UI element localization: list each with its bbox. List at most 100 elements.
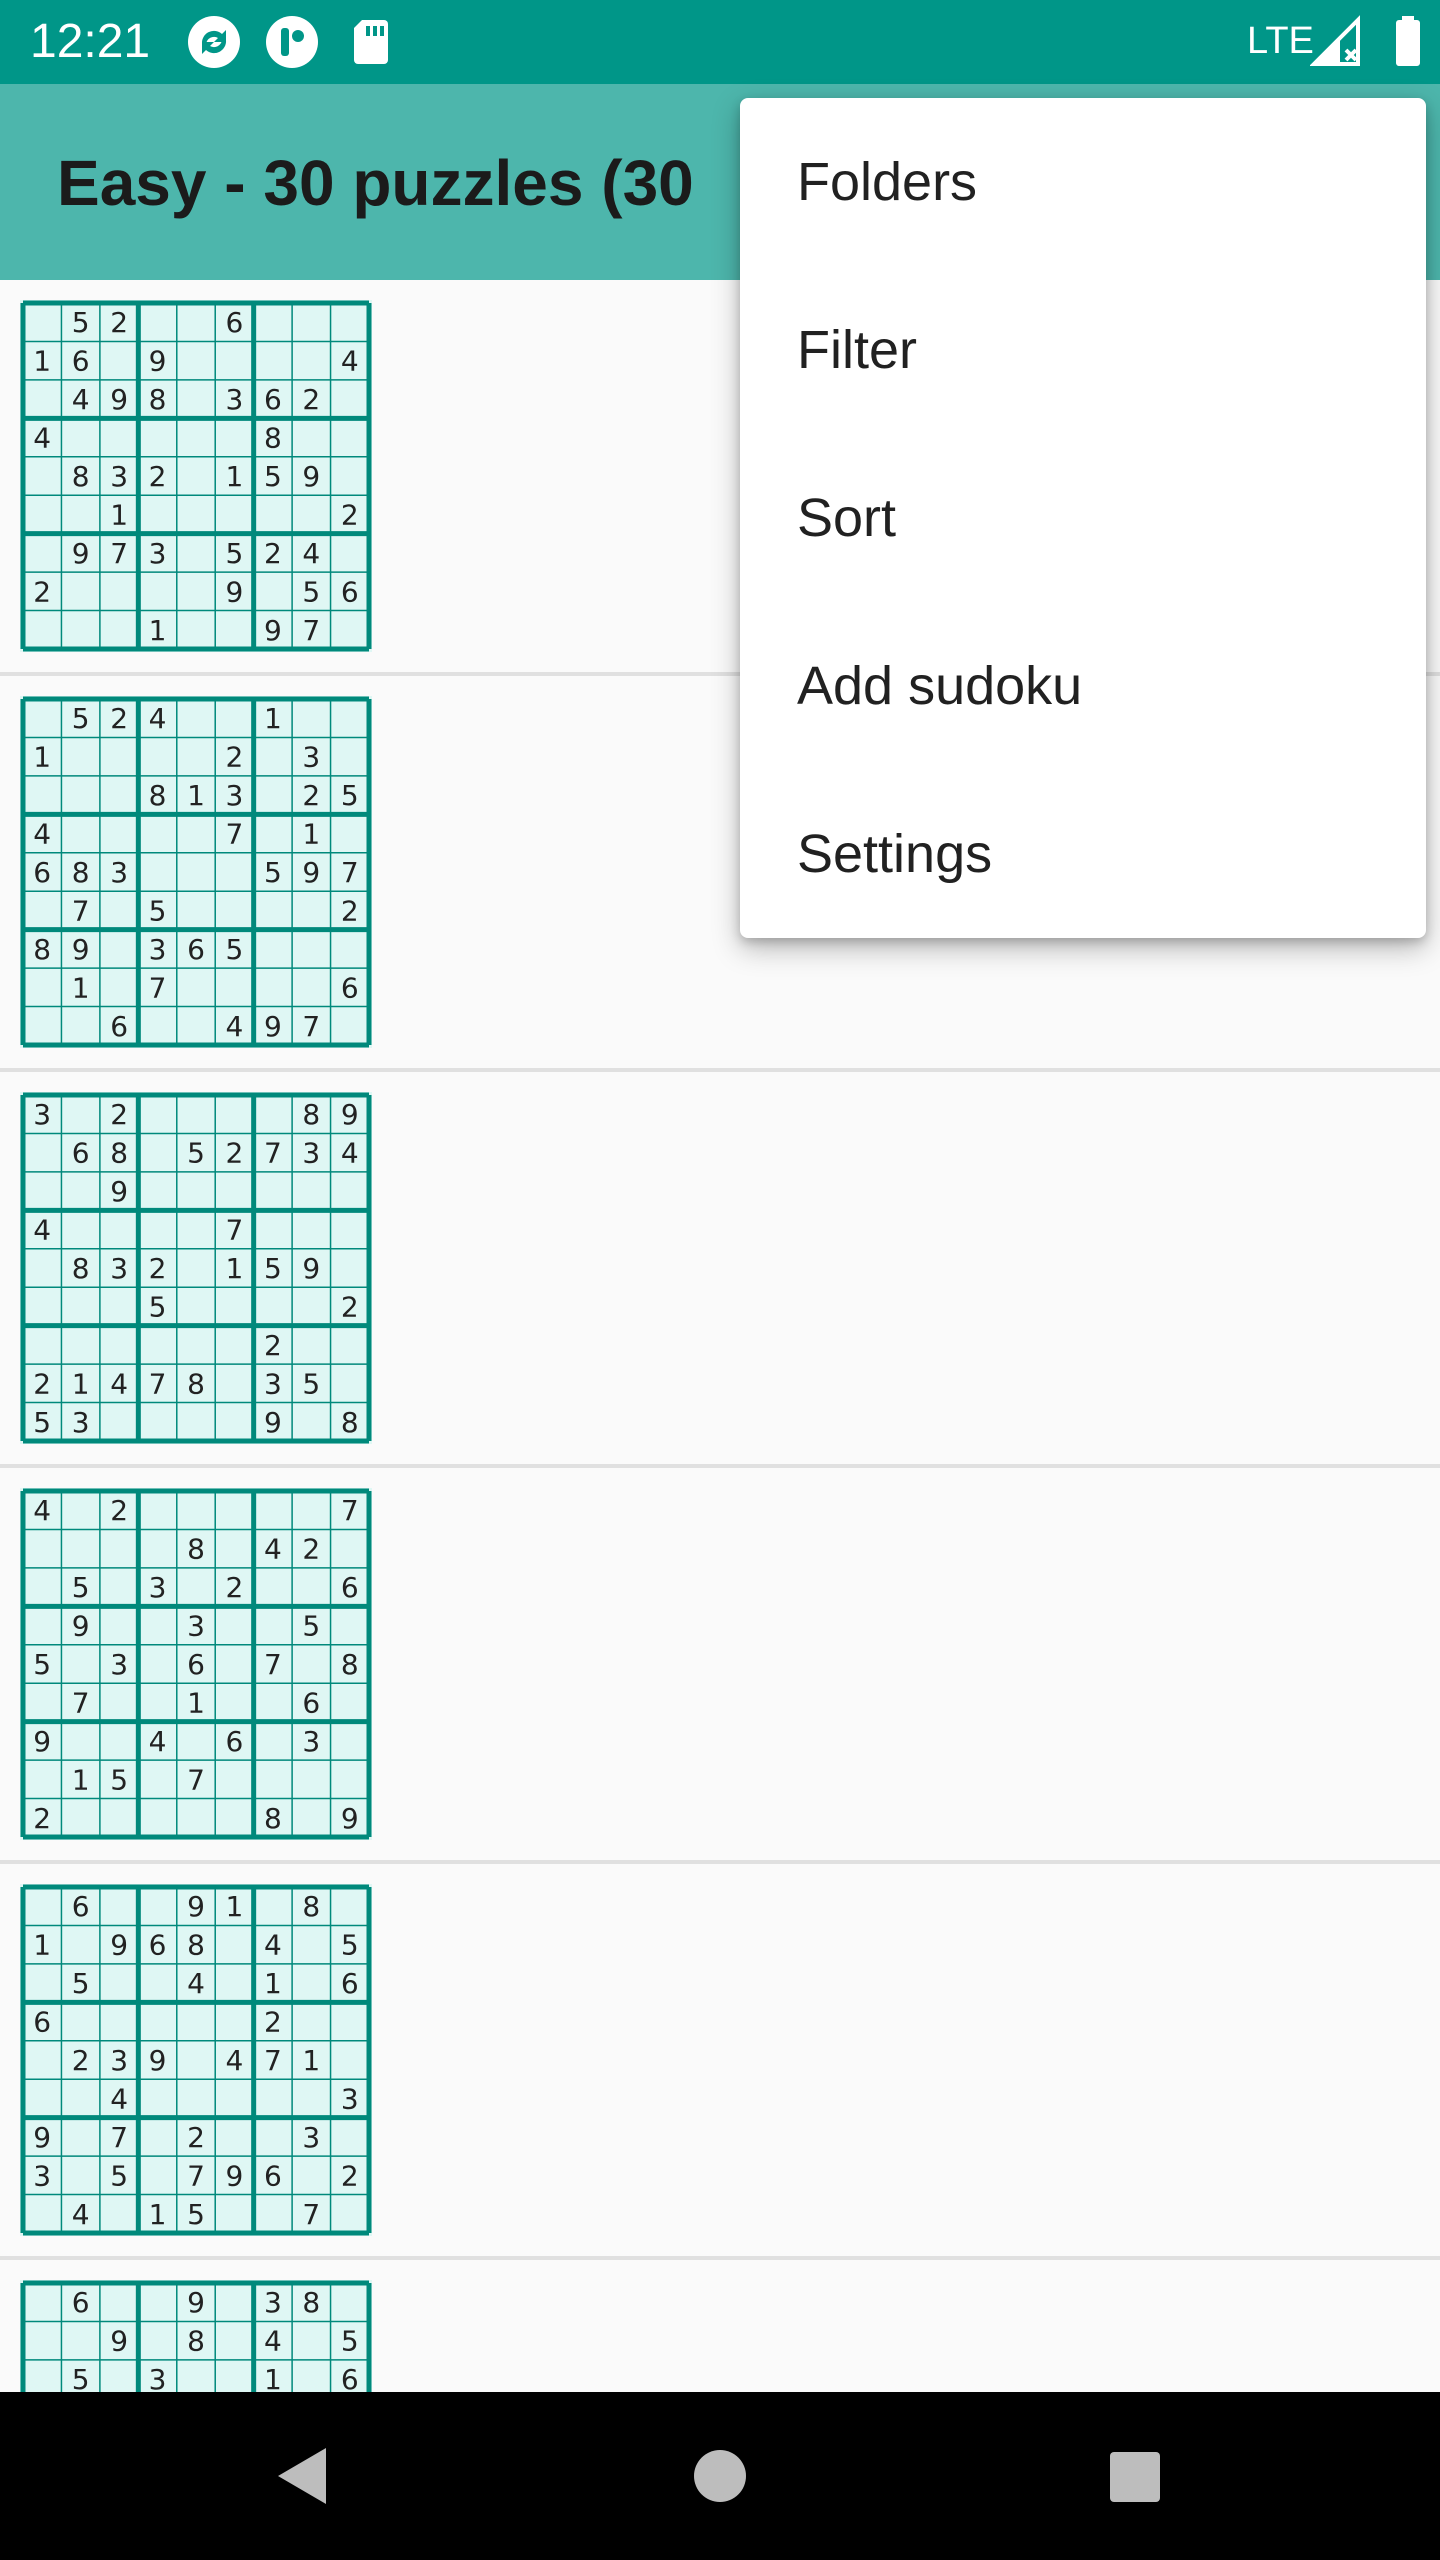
- cell-digit: 4: [341, 345, 359, 378]
- cell-digit: 1: [226, 1890, 244, 1923]
- home-button[interactable]: [620, 2392, 820, 2560]
- notification-app-icon: [264, 14, 320, 70]
- cell-digit: 9: [226, 2159, 244, 2192]
- cell-digit: 1: [302, 818, 320, 851]
- cell-digit: 9: [264, 1406, 282, 1439]
- puzzle-list-item[interactable]: 4278425326935536787169463157289: [0, 1468, 1440, 1864]
- cell-digit: 1: [226, 1252, 244, 1285]
- cell-digit: 8: [341, 1406, 359, 1439]
- status-time: 12:21: [30, 15, 151, 68]
- cell-digit: 7: [302, 2198, 320, 2231]
- sudoku-preview: 3289685273494783215952221478355398: [20, 1092, 372, 1444]
- cell-digit: 4: [264, 1929, 282, 1962]
- sudoku-preview: 693898455316: [20, 2280, 372, 2392]
- cell-digit: 3: [33, 2159, 51, 2192]
- cell-digit: 8: [33, 933, 51, 966]
- cell-digit: 5: [110, 2159, 128, 2192]
- cell-digit: 4: [110, 2082, 128, 2115]
- cell-digit: 5: [110, 1763, 128, 1796]
- cell-digit: 8: [264, 1802, 282, 1835]
- recents-icon: [1110, 2452, 1160, 2502]
- cell-digit: 3: [110, 856, 128, 889]
- cell-digit: 6: [187, 1648, 205, 1681]
- cell-digit: 9: [187, 2286, 205, 2319]
- cell-digit: 8: [302, 1098, 320, 1131]
- cell-digit: 8: [302, 2286, 320, 2319]
- cell-digit: 1: [33, 1929, 51, 1962]
- cell-digit: 6: [341, 971, 359, 1004]
- cell-digit: 3: [149, 537, 167, 570]
- cell-digit: 4: [33, 1494, 51, 1527]
- cell-digit: 6: [72, 1890, 90, 1923]
- cell-digit: 9: [110, 2325, 128, 2358]
- overflow-menu: Folders Filter Sort Add sudoku Settings: [740, 98, 1426, 938]
- cell-digit: 7: [302, 614, 320, 647]
- menu-item-filter[interactable]: Filter: [740, 266, 1426, 434]
- cell-digit: 8: [302, 1890, 320, 1923]
- cell-digit: 8: [72, 460, 90, 493]
- cell-digit: 2: [302, 1533, 320, 1566]
- cell-digit: 7: [187, 2159, 205, 2192]
- cell-digit: 2: [110, 306, 128, 339]
- cell-digit: 9: [110, 1929, 128, 1962]
- cell-digit: 5: [264, 856, 282, 889]
- cell-digit: 5: [264, 1252, 282, 1285]
- cell-digit: 4: [33, 1214, 51, 1247]
- cell-digit: 3: [302, 741, 320, 774]
- menu-item-sort[interactable]: Sort: [740, 434, 1426, 602]
- sudoku-grid: 6 9 1 81 9 6 8 4 55 4 1 66 22 3 9 4 7 14 39 7 2 33 5 7 9 6 24 1 5 7: [20, 1884, 372, 2236]
- cell-digit: 9: [187, 1890, 205, 1923]
- cell-digit: 5: [226, 933, 244, 966]
- recents-button[interactable]: [1034, 2392, 1234, 2560]
- cell-digit: 3: [302, 1137, 320, 1170]
- cell-digit: 4: [187, 1967, 205, 2000]
- cell-digit: 9: [341, 1098, 359, 1131]
- cell-digit: 1: [187, 779, 205, 812]
- cell-digit: 9: [33, 2121, 51, 2154]
- cell-digit: 5: [72, 1967, 90, 2000]
- cell-digit: 5: [33, 1406, 51, 1439]
- cell-digit: 5: [72, 702, 90, 735]
- sudoku-preview: 4278425326935536787169463157289: [20, 1488, 372, 1840]
- cell-digit: 7: [226, 1214, 244, 1247]
- cell-digit: 4: [110, 1367, 128, 1400]
- sudoku-grid: 4 2 78 4 25 3 2 69 3 55 3 6 7 87 1 69 4 6 31 5 72 8 9: [20, 1488, 372, 1840]
- cell-digit: 3: [149, 933, 167, 966]
- cell-digit: 7: [302, 1010, 320, 1043]
- menu-item-add-sudoku[interactable]: Add sudoku: [740, 602, 1426, 770]
- cell-digit: 4: [226, 2044, 244, 2077]
- cell-digit: 1: [264, 702, 282, 735]
- cell-digit: 6: [226, 306, 244, 339]
- menu-item-folders[interactable]: Folders: [740, 98, 1426, 266]
- sudoku-grid: 6 9 3 89 8 4 55 3 1 6: [20, 2280, 372, 2392]
- cell-digit: 4: [72, 2198, 90, 2231]
- cell-digit: 1: [72, 971, 90, 1004]
- cell-digit: 1: [149, 614, 167, 647]
- cell-digit: 8: [187, 1367, 205, 1400]
- cell-digit: 9: [110, 1175, 128, 1208]
- menu-item-settings[interactable]: Settings: [740, 770, 1426, 938]
- cell-digit: 5: [341, 779, 359, 812]
- cell-digit: 9: [302, 856, 320, 889]
- puzzle-list-item[interactable]: 693898455316: [0, 2260, 1440, 2392]
- cell-digit: 3: [149, 2363, 167, 2392]
- cell-digit: 2: [110, 1098, 128, 1131]
- sudoku-grid: 3 2 8 96 8 5 2 7 3 494 78 3 2 1 5 95 222 1 4 7 8 3 55 3 9 8: [20, 1092, 372, 1444]
- cell-digit: 5: [302, 1610, 320, 1643]
- cell-digit: 8: [264, 422, 282, 455]
- back-button[interactable]: [200, 2392, 400, 2560]
- cell-digit: 1: [149, 2198, 167, 2231]
- puzzle-list-item[interactable]: 3289685273494783215952221478355398: [0, 1072, 1440, 1468]
- cell-digit: 4: [33, 818, 51, 851]
- home-icon: [694, 2450, 746, 2502]
- cell-digit: 3: [302, 2121, 320, 2154]
- cell-digit: 6: [187, 933, 205, 966]
- puzzle-list-item[interactable]: 69181968455416622394714397233579624157: [0, 1864, 1440, 2260]
- signal-icon: [1309, 14, 1366, 70]
- cell-digit: 5: [72, 306, 90, 339]
- cell-digit: 2: [264, 537, 282, 570]
- cell-digit: 4: [149, 702, 167, 735]
- cell-digit: 1: [33, 741, 51, 774]
- cell-digit: 9: [302, 1252, 320, 1285]
- cell-digit: 6: [264, 2159, 282, 2192]
